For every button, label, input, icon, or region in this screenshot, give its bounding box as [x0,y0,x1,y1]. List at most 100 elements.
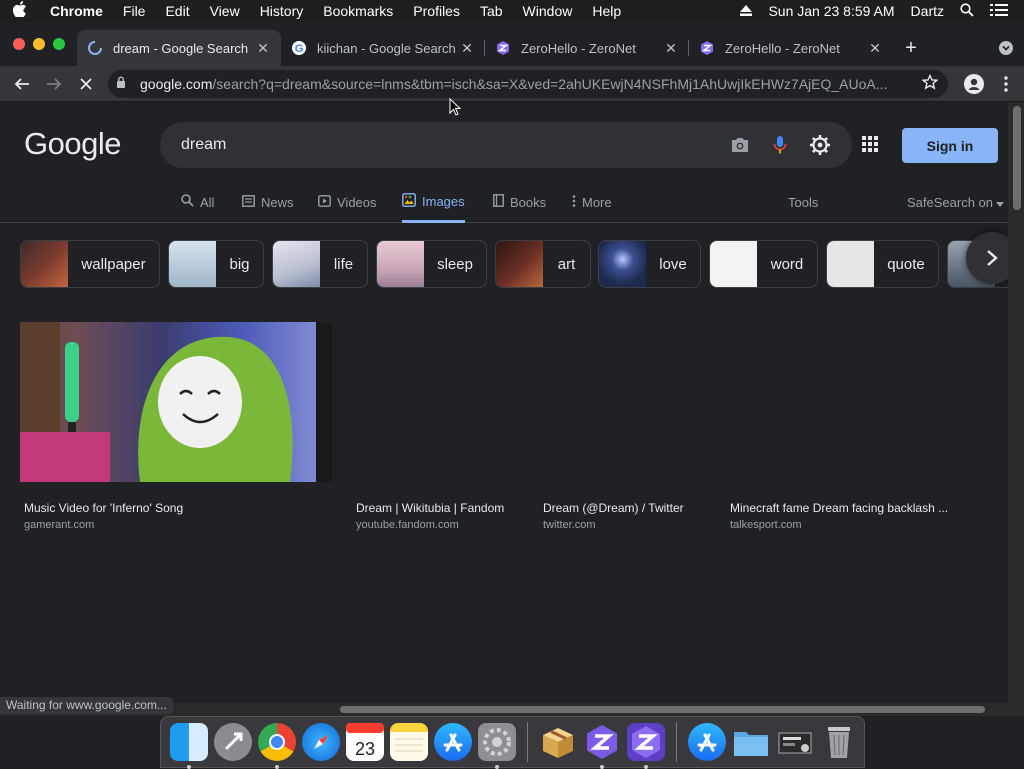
address-bar[interactable]: google.com /search?q=dream&source=lnms&t… [108,69,948,98]
scrollbar-thumb[interactable] [1013,106,1021,210]
chrome-menu-button[interactable] [990,68,1022,100]
result-source[interactable]: gamerant.com [24,519,94,531]
tab-close-icon[interactable]: ✕ [867,40,883,57]
chip-big[interactable]: big [168,240,264,288]
tab-more[interactable]: More [572,182,612,222]
stop-loading-button[interactable] [70,68,102,100]
camera-icon[interactable] [720,125,760,165]
result-source[interactable]: twitter.com [543,519,596,531]
downloads-stack-icon[interactable] [776,723,814,761]
tab-books[interactable]: Books [493,182,546,222]
chip-sleep[interactable]: sleep [376,240,487,288]
dock-separator [527,722,528,762]
chip-art[interactable]: art [495,240,591,288]
google-apps-grid-icon[interactable] [858,132,882,156]
menu-bookmarks[interactable]: Bookmarks [313,3,403,19]
image-result[interactable]: Minecraft fame Dream facing backlash ...… [726,322,986,531]
finder-icon[interactable] [170,723,208,769]
bookmark-star-icon[interactable] [920,73,940,93]
control-center-icon[interactable] [982,3,1016,20]
menu-view[interactable]: View [200,3,250,19]
chip-label: sleep [437,255,473,273]
scrollbar-thumb[interactable] [340,706,985,713]
installer-package-icon[interactable] [539,723,577,761]
zeronet-app-icon[interactable] [583,723,621,769]
tab-kiichan-search[interactable]: G kiichan - Google Search ✕ [281,30,485,66]
app-store-folder-icon[interactable] [688,723,726,761]
result-thumbnail-loading[interactable] [539,322,709,482]
search-settings-gear-icon[interactable] [800,125,840,165]
chip-love[interactable]: love [598,240,701,288]
search-input[interactable] [181,136,720,154]
result-source[interactable]: youtube.fandom.com [356,519,459,531]
tab-search-button[interactable] [988,30,1024,66]
menu-tab[interactable]: Tab [470,3,513,19]
menu-history[interactable]: History [250,3,314,19]
zeronet-app-icon[interactable] [627,723,665,769]
sign-in-button[interactable]: Sign in [902,128,998,163]
eject-icon[interactable] [732,3,760,19]
window-minimize-button[interactable] [33,38,45,50]
chip-quote[interactable]: quote [826,240,939,288]
tools-button[interactable]: Tools [788,182,818,222]
result-source[interactable]: talkesport.com [730,519,802,531]
menu-app-chrome[interactable]: Chrome [40,3,113,19]
launchpad-icon[interactable] [214,723,252,761]
result-title[interactable]: Dream | Wikitubia | Fandom [356,501,504,515]
tab-zerohello-2[interactable]: ZeroHello - ZeroNet ✕ [689,30,893,66]
window-close-button[interactable] [13,38,25,50]
tab-close-icon[interactable]: ✕ [459,40,475,57]
menu-window[interactable]: Window [513,3,583,19]
forward-button[interactable] [38,68,70,100]
tab-videos[interactable]: Videos [318,182,377,222]
chip-life[interactable]: life [272,240,368,288]
tab-news[interactable]: News [242,182,294,222]
notes-icon[interactable] [390,723,428,761]
new-tab-button[interactable]: + [893,30,929,66]
chip-wallpaper[interactable]: wallpaper [20,240,160,288]
menu-profiles[interactable]: Profiles [403,3,470,19]
tab-all[interactable]: All [181,182,214,222]
trash-icon[interactable] [820,723,858,761]
result-thumbnail[interactable] [20,322,332,482]
folder-icon[interactable] [732,723,770,761]
image-result[interactable]: Music Video for 'Inferno' Song gamerant.… [20,322,332,531]
apple-logo-icon[interactable] [0,1,40,21]
safesearch-dropdown[interactable]: SafeSearch on [907,182,1005,222]
system-preferences-icon[interactable] [478,723,516,769]
result-thumbnail-loading[interactable] [726,322,986,482]
safari-icon[interactable] [302,723,340,761]
image-result[interactable]: Dream (@Dream) / Twitter twitter.com [539,322,709,531]
menu-edit[interactable]: Edit [155,3,199,19]
tab-images[interactable]: Images [402,182,465,223]
google-logo[interactable]: Google [24,126,121,162]
calendar-icon[interactable]: 23 [346,723,384,761]
chip-thumbnail [496,241,543,287]
profile-button[interactable] [958,68,990,100]
tab-dream-search[interactable]: dream - Google Search ✕ [77,30,281,66]
menu-file[interactable]: File [113,3,156,19]
tab-close-icon[interactable]: ✕ [255,40,271,57]
svg-text:G: G [295,43,304,55]
result-title[interactable]: Dream (@Dream) / Twitter [543,501,684,515]
result-thumbnail-loading[interactable] [352,322,522,482]
vertical-scrollbar[interactable] [1008,102,1024,716]
tab-zerohello-1[interactable]: ZeroHello - ZeroNet ✕ [485,30,689,66]
app-store-icon[interactable] [434,723,472,761]
menubar-user[interactable]: Dartz [903,3,952,19]
microphone-icon[interactable] [760,125,800,165]
book-icon [493,194,504,210]
result-title[interactable]: Minecraft fame Dream facing backlash ... [730,501,948,515]
tab-close-icon[interactable]: ✕ [663,40,679,57]
chip-word[interactable]: word [709,240,818,288]
lock-icon[interactable] [116,76,132,91]
chrome-icon[interactable] [258,723,296,769]
back-button[interactable] [6,68,38,100]
search-box[interactable] [160,122,852,168]
spotlight-search-icon[interactable] [952,2,982,20]
menubar-clock[interactable]: Sun Jan 23 8:59 AM [760,3,902,19]
window-zoom-button[interactable] [53,38,65,50]
menu-help[interactable]: Help [582,3,631,19]
image-result[interactable]: Dream | Wikitubia | Fandom youtube.fando… [352,322,522,531]
result-title[interactable]: Music Video for 'Inferno' Song [24,501,183,515]
